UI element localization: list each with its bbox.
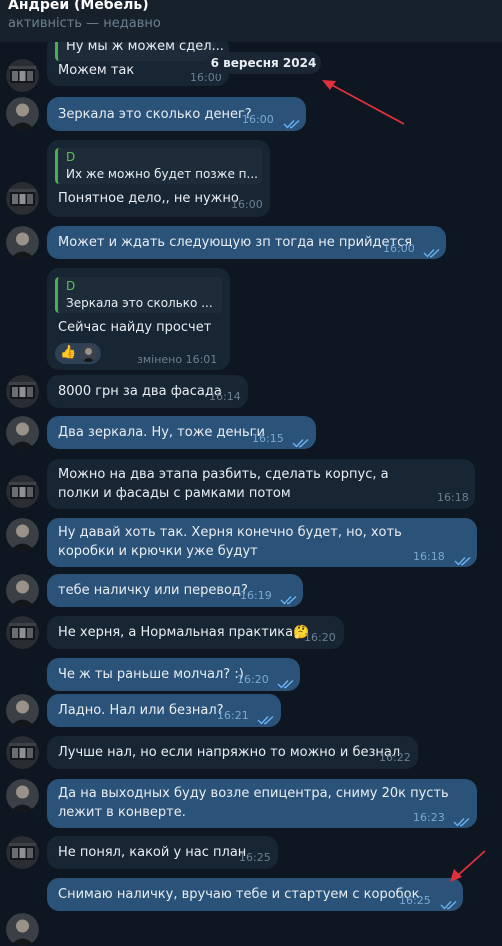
reply-quote[interactable]: D Их же можно будет позже п... <box>55 148 262 184</box>
message-time: 16:23 <box>413 811 445 824</box>
thumbs-up-icon: 👍 <box>60 345 77 360</box>
message-time: 16:25 <box>399 894 431 907</box>
message-bubble-outgoing[interactable]: Может и ждать следующую зп тогда не прий… <box>47 226 446 259</box>
read-receipt-icon <box>283 114 301 129</box>
message-time: 16:18 <box>437 491 469 504</box>
message-bubble-incoming[interactable]: Не херня, а Нормальная практика🤔 16:20 <box>47 616 344 649</box>
message-bubble-incoming[interactable]: Не понял, какой у нас план 16:25 <box>47 836 278 869</box>
message-time: 16:00 <box>383 242 415 255</box>
contact-name[interactable]: Андрей (Мебель) <box>8 0 149 14</box>
message-bubble-outgoing[interactable]: Ладно. Нал или безнал? 16:21 <box>47 694 281 727</box>
message-bubble-outgoing[interactable]: Снимаю наличку, вручаю тебе и стартуем с… <box>47 878 463 911</box>
message-time: 16:25 <box>239 851 271 864</box>
message-time: 16:15 <box>252 432 284 445</box>
message-text: Можем так <box>58 63 135 78</box>
message-text: Лучше нал, но если напряжно то можно и б… <box>58 745 401 760</box>
avatar[interactable] <box>6 97 39 130</box>
read-receipt-icon <box>440 895 458 910</box>
read-receipt-icon <box>257 710 275 725</box>
avatar[interactable] <box>6 518 39 551</box>
avatar[interactable] <box>6 913 39 946</box>
avatar[interactable] <box>6 736 39 769</box>
message-bubble-incoming[interactable]: Лучше нал, но если напряжно то можно и б… <box>47 736 418 769</box>
reply-quote-text: Ну мы ж можем сдел... <box>66 42 224 54</box>
avatar[interactable] <box>6 416 39 449</box>
message-text: Снимаю наличку, вручаю тебе и стартуем с… <box>58 887 420 902</box>
message-bubble-outgoing[interactable]: Зеркала это сколько денег? 16:00 <box>47 97 306 131</box>
message-text: Зеркала это сколько денег? <box>58 107 252 122</box>
message-time: 16:00 <box>231 198 263 211</box>
reactor-avatar <box>80 345 97 362</box>
avatar[interactable] <box>6 574 39 607</box>
reply-quote-author: D <box>66 150 76 164</box>
message-time: 16:00 <box>242 113 274 126</box>
message-text: Ладно. Нал или безнал? <box>58 703 224 718</box>
message-time: 16:22 <box>379 751 411 764</box>
message-time: 16:19 <box>240 589 272 602</box>
message-bubble-incoming[interactable]: D Зеркала это сколько ... Сейчас найду п… <box>47 268 230 370</box>
message-list[interactable]: Ну мы ж можем сдел... Можем так 16:00 Зе… <box>0 42 502 946</box>
message-time: 16:18 <box>413 550 445 563</box>
reply-quote-text: Зеркала это сколько ... <box>66 296 213 310</box>
chat-header[interactable]: Андрей (Мебель) активність — недавно <box>0 0 502 42</box>
message-bubble-outgoing[interactable]: Да на выходных буду возле епицентра, сни… <box>47 779 477 828</box>
avatar[interactable] <box>6 226 39 259</box>
message-text: Понятное дело,, не нужно <box>58 191 239 206</box>
message-text: Может и ждать следующую зп тогда не прий… <box>58 235 413 250</box>
message-text: Сейчас найду просчет <box>58 320 212 335</box>
message-text: Можно на два этапа разбить, сделать корп… <box>58 467 389 501</box>
message-bubble-incoming[interactable]: D Их же можно будет позже п... Понятное … <box>47 140 270 217</box>
read-receipt-icon <box>280 590 298 605</box>
message-time: 16:20 <box>304 631 336 644</box>
message-bubble-incoming[interactable]: Ну мы ж можем сдел... Можем так 16:00 <box>47 42 229 86</box>
read-receipt-icon <box>277 674 295 689</box>
message-bubble-outgoing[interactable]: Два зеркала. Ну, тоже деньги 16:15 <box>47 416 316 449</box>
avatar[interactable] <box>6 375 39 408</box>
reply-quote[interactable]: Ну мы ж можем сдел... <box>55 42 224 61</box>
read-receipt-icon <box>454 551 472 566</box>
message-bubble-incoming[interactable]: 8000 грн за два фасада 16:14 <box>47 375 248 408</box>
message-text: Не херня, а Нормальная практика🤔 <box>58 625 310 640</box>
message-bubble-outgoing[interactable]: Че ж ты раньше молчал? :) 16:20 <box>47 658 300 691</box>
reply-quote[interactable]: D Зеркала это сколько ... <box>55 277 222 313</box>
reply-quote-author: D <box>66 279 76 293</box>
avatar[interactable] <box>6 836 39 869</box>
message-text: Не понял, какой у нас план <box>58 845 247 860</box>
message-text: 8000 грн за два фасада <box>58 384 222 399</box>
message-bubble-outgoing[interactable]: тебе наличку или перевод? 16:19 <box>47 574 303 607</box>
avatar[interactable] <box>6 694 39 727</box>
message-text: тебе наличку или перевод? <box>58 583 248 598</box>
avatar[interactable] <box>6 779 39 812</box>
date-badge[interactable]: 6 вересня 2024 <box>206 52 321 74</box>
contact-status: активність — недавно <box>8 16 161 31</box>
avatar[interactable] <box>6 59 39 92</box>
reply-quote-text: Их же можно будет позже п... <box>66 167 258 181</box>
message-bubble-incoming[interactable]: Можно на два этапа разбить, сделать корп… <box>47 459 475 509</box>
avatar[interactable] <box>6 616 39 649</box>
message-time: змінено 16:01 <box>137 353 218 366</box>
message-text: Ну давай хоть так. Херня конечно будет, … <box>58 525 402 559</box>
read-receipt-icon <box>423 243 441 258</box>
message-time: 16:21 <box>217 709 249 722</box>
read-receipt-icon <box>292 433 310 448</box>
avatar[interactable] <box>6 182 39 215</box>
message-text: Че ж ты раньше молчал? :) <box>58 667 244 682</box>
read-receipt-icon <box>453 812 471 827</box>
message-text: Два зеркала. Ну, тоже деньги <box>58 425 265 440</box>
avatar[interactable] <box>6 475 39 508</box>
message-time: 16:14 <box>209 390 241 403</box>
message-time: 16:20 <box>237 673 269 686</box>
date-badge-text: 6 вересня 2024 <box>210 56 317 70</box>
message-bubble-outgoing[interactable]: Ну давай хоть так. Херня конечно будет, … <box>47 518 477 567</box>
reaction-chip[interactable]: 👍 <box>55 343 101 364</box>
message-text: Да на выходных буду возле епицентра, сни… <box>58 786 449 820</box>
